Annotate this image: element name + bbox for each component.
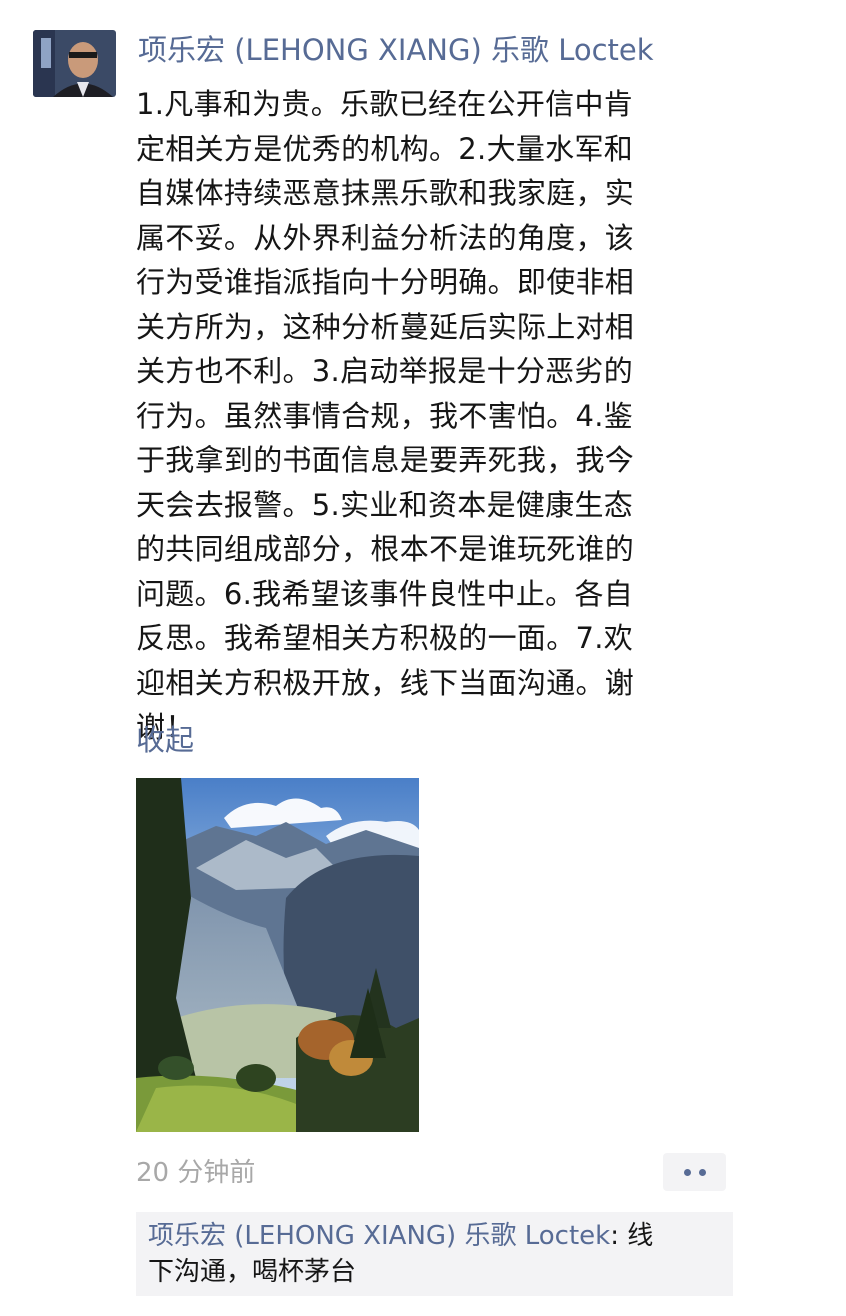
post-body-line: 定相关方是优秀的机构。2.大量水军和	[136, 131, 634, 166]
post-body-line: 关方也不利。3.启动举报是十分恶劣的	[136, 354, 634, 388]
moments-post: 项乐宏 (LEHONG XIANG) 乐歌 Loctek 1.凡事和为贵。乐歌已…	[0, 0, 846, 1316]
post-body-line: 行为。虽然事情合规，我不害怕。4.鉴	[136, 398, 634, 433]
post-body-line: 1.凡事和为贵。乐歌已经在公开信中肯	[136, 87, 634, 121]
avatar[interactable]	[33, 30, 116, 97]
post-timestamp: 20 分钟前	[136, 1158, 256, 1188]
post-body-line: 问题。6.我希望该事件良性中止。各自	[136, 576, 634, 611]
post-body-line: 行为受谁指派指向十分明确。即使非相	[136, 265, 635, 299]
post-body-text: 1.凡事和为贵。乐歌已经在公开信中肯 定相关方是优秀的机构。2.大量水军和 自媒…	[136, 82, 726, 750]
comment-line: 项乐宏 (LEHONG XIANG) 乐歌 Loctek: 线	[148, 1218, 721, 1254]
post-author-name[interactable]: 项乐宏 (LEHONG XIANG) 乐歌 Loctek	[138, 30, 654, 70]
post-body-line: 于我拿到的书面信息是要弄死我，我今	[136, 443, 635, 477]
more-actions-button[interactable]	[663, 1153, 726, 1191]
post-body-line: 自媒体持续恶意抹黑乐歌和我家庭，实	[136, 176, 635, 210]
comment-separator: :	[610, 1221, 628, 1251]
post-photo[interactable]	[136, 778, 419, 1132]
post-body-line: 属不妥。从外界利益分析法的角度，该	[136, 220, 635, 255]
post-body-line: 关方所为，这种分析蔓延后实际上对相	[136, 309, 635, 344]
collapse-link[interactable]: 收起	[136, 718, 194, 762]
post-body-line: 谢！	[136, 710, 195, 744]
post-body-line: 迎相关方积极开放，线下当面沟通。谢	[136, 665, 635, 700]
comment-text-continued: 下沟通，喝杯茅台	[148, 1257, 357, 1287]
post-body-line: 天会去报警。5.实业和资本是健康生态	[136, 487, 634, 522]
avatar-image	[33, 30, 116, 97]
mountain-valley-image	[136, 778, 419, 1132]
post-body-line: 的共同组成部分，根本不是谁玩死谁的	[136, 532, 635, 566]
comment-panel: 项乐宏 (LEHONG XIANG) 乐歌 Loctek: 线 下沟通，喝杯茅台	[136, 1212, 733, 1296]
post-body-line: 反思。我希望相关方积极的一面。7.欢	[136, 621, 634, 655]
comment-text: 线	[627, 1221, 654, 1251]
comment-author[interactable]: 项乐宏 (LEHONG XIANG) 乐歌 Loctek	[148, 1221, 610, 1251]
more-dots-icon	[683, 1168, 691, 1176]
more-dots-icon	[698, 1168, 706, 1176]
